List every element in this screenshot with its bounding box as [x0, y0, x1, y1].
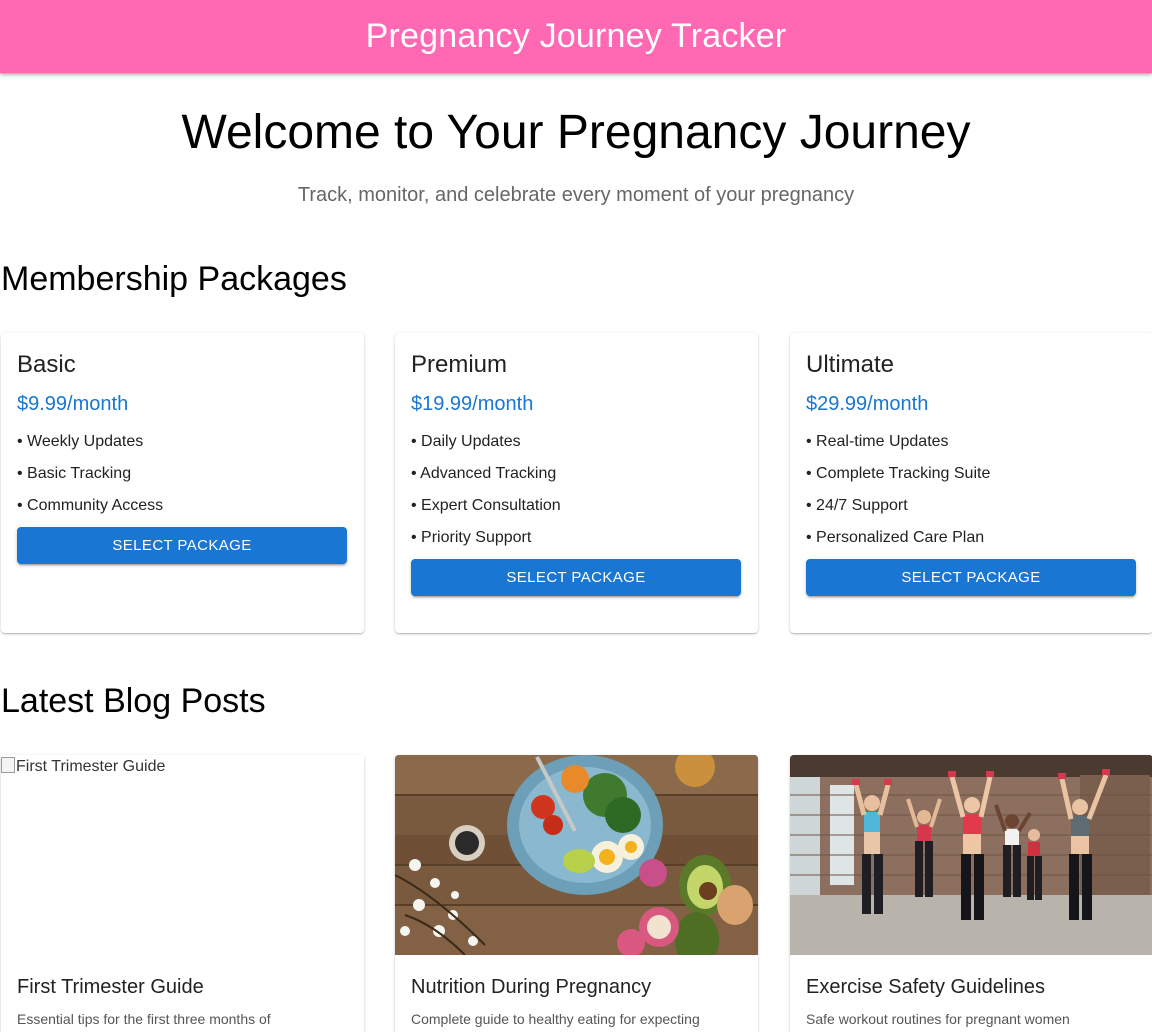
blog-post-excerpt: Essential tips for the first three month… [17, 1011, 271, 1027]
blog-post-title: Nutrition During Pregnancy [411, 976, 652, 998]
broken-image-icon [1, 757, 15, 773]
feature-item: • Weekly Updates [17, 433, 144, 450]
feature-list: • Daily Updates • Advanced Tracking • Ex… [411, 426, 742, 554]
blog-post-title: Exercise Safety Guidelines [806, 976, 1046, 998]
feature-item: • Basic Tracking [17, 465, 132, 482]
feature-item: • Expert Consultation [411, 497, 561, 514]
blog-section-title: Latest Blog Posts [1, 682, 266, 720]
blog-image-nutrition [395, 755, 758, 955]
blog-post-title: First Trimester Guide [17, 976, 204, 998]
select-package-button-basic[interactable]: SELECT PACKAGE [17, 527, 347, 564]
package-card-ultimate: Ultimate $29.99/month • Real-time Update… [790, 333, 1152, 633]
blog-post-excerpt: Safe workout routines for pregnant women [806, 1011, 1070, 1027]
food-photo-illustration [395, 755, 758, 955]
package-price: $19.99/month [411, 393, 534, 415]
blog-post-excerpt: Complete guide to healthy eating for exp… [411, 1011, 700, 1027]
package-name: Basic [17, 351, 76, 378]
hero-subtitle: Track, monitor, and celebrate every mome… [297, 184, 855, 206]
package-price: $9.99/month [17, 393, 129, 415]
feature-item: • Priority Support [411, 529, 532, 546]
blog-card-nutrition[interactable]: Nutrition During Pregnancy Complete guid… [395, 755, 758, 1032]
package-name: Ultimate [806, 351, 895, 378]
feature-list: • Real-time Updates • Complete Tracking … [806, 426, 1137, 554]
hero-title: Welcome to Your Pregnancy Journey [181, 106, 971, 159]
exercise-photo-illustration [790, 755, 1152, 955]
blog-card-first-trimester[interactable]: First Trimester Guide First Trimester Gu… [1, 755, 364, 1032]
select-package-button-ultimate[interactable]: SELECT PACKAGE [806, 559, 1136, 596]
feature-item: • 24/7 Support [806, 497, 908, 514]
package-card-premium: Premium $19.99/month • Daily Updates • A… [395, 333, 758, 633]
membership-section-title: Membership Packages [1, 260, 347, 298]
feature-item: • Complete Tracking Suite [806, 465, 991, 482]
package-name: Premium [411, 351, 508, 378]
feature-item: • Community Access [17, 497, 164, 514]
feature-item: • Daily Updates [411, 433, 521, 450]
package-card-basic: Basic $9.99/month • Weekly Updates • Bas… [1, 333, 364, 633]
feature-list: • Weekly Updates • Basic Tracking • Comm… [17, 426, 348, 522]
app-title: Pregnancy Journey Tracker [365, 17, 787, 55]
blog-image-broken: First Trimester Guide [1, 755, 364, 955]
feature-item: • Advanced Tracking [411, 465, 557, 482]
app-header: Pregnancy Journey Tracker [0, 0, 1152, 73]
package-price: $29.99/month [806, 393, 929, 415]
select-package-button-premium[interactable]: SELECT PACKAGE [411, 559, 741, 596]
blog-image-exercise [790, 755, 1152, 955]
feature-item: • Personalized Care Plan [806, 529, 985, 546]
blog-card-exercise[interactable]: Exercise Safety Guidelines Safe workout … [790, 755, 1152, 1032]
image-alt-text: First Trimester Guide [16, 758, 166, 775]
feature-item: • Real-time Updates [806, 433, 949, 450]
